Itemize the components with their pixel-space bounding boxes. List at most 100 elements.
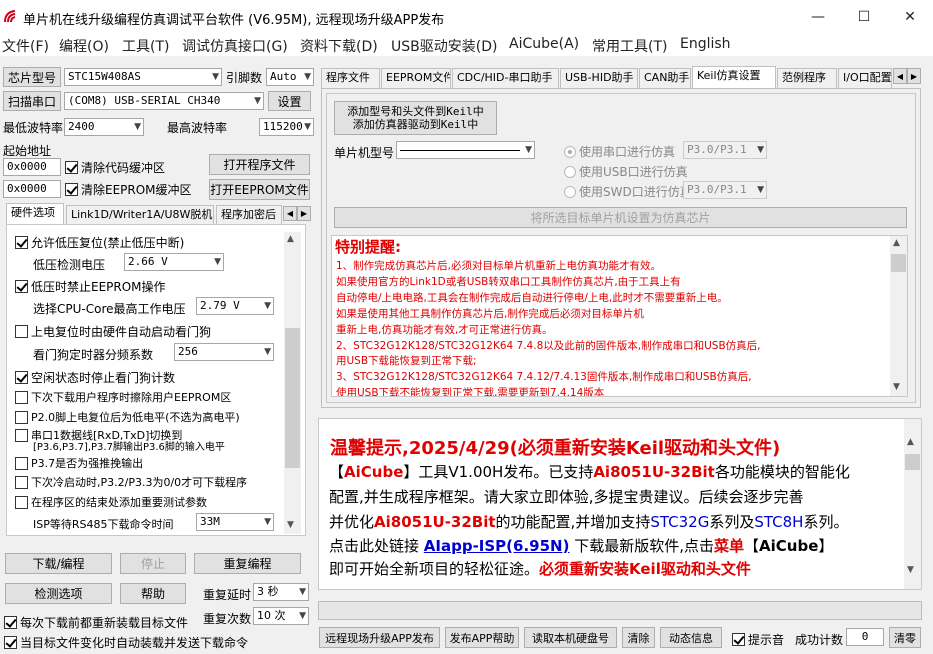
checkbox-box[interactable] <box>732 633 745 646</box>
tab-can[interactable]: CAN助手 <box>639 68 691 88</box>
code-address-input[interactable]: 0x0000 <box>3 158 61 176</box>
rs485-wait-select[interactable]: 33M ▼ <box>196 513 274 531</box>
tab-scroll-right-icon[interactable]: ▶ <box>907 68 921 84</box>
eeprom-address-input[interactable]: 0x0000 <box>3 180 61 198</box>
chip-model-button[interactable]: 芯片型号 <box>3 67 61 87</box>
tab-program-file[interactable]: 程序文件 <box>321 68 380 88</box>
menu-file[interactable]: 文件(F) <box>2 36 49 56</box>
tab-io-config[interactable]: I/O口配置 <box>838 68 892 88</box>
idle-stop-watchdog-checkbox[interactable]: 空闲状态时停止看门狗计数 <box>15 369 175 386</box>
checkbox-box[interactable] <box>15 371 28 384</box>
radio-usb-sim[interactable]: 使用USB口进行仿真 <box>564 163 688 180</box>
test-params-checkbox[interactable]: 在程序区的结束处添加重要测试参数 <box>15 494 207 510</box>
menu-download[interactable]: 资料下载(D) <box>300 36 378 56</box>
low-voltage-reset-checkbox[interactable]: 允许低压复位(禁止低压中断) <box>15 234 184 251</box>
checkbox-box[interactable] <box>15 280 28 293</box>
add-to-keil-button[interactable]: 添加型号和头文件到Keil中 添加仿真器驱动到Keil中 <box>334 101 497 135</box>
p37-push-pull-checkbox[interactable]: P3.7是否为强推挽输出 <box>15 455 143 471</box>
tab-link1d[interactable]: Link1D/Writer1A/U8W脱机 <box>66 205 214 225</box>
tab-keil-settings[interactable]: Keil仿真设置 <box>692 66 776 88</box>
scrollbar-thumb[interactable] <box>891 254 906 272</box>
tab-scroll-right-icon[interactable]: ▶ <box>297 206 311 221</box>
radio-serial-sim[interactable]: 使用串口进行仿真 <box>564 143 675 160</box>
scroll-up-icon[interactable]: ▲ <box>287 234 294 244</box>
checkbox-box[interactable] <box>15 325 28 338</box>
menu-program[interactable]: 编程(O) <box>59 36 109 56</box>
checkbox-box[interactable] <box>15 456 28 470</box>
tab-scroll-left-icon[interactable]: ◀ <box>893 68 907 84</box>
checkbox-box[interactable] <box>15 428 28 442</box>
download-link[interactable]: AIapp-ISP(6.95N) <box>424 537 570 555</box>
checkbox-box[interactable] <box>15 236 28 249</box>
scroll-up-icon[interactable]: ▲ <box>893 238 900 248</box>
checkbox-box[interactable] <box>15 410 28 424</box>
scroll-up-icon[interactable]: ▲ <box>907 437 914 447</box>
min-baud-select[interactable]: 2400 ▼ <box>64 118 144 136</box>
tab-usb-hid[interactable]: USB-HID助手 <box>560 68 638 88</box>
scan-port-button[interactable]: 扫描串口 <box>3 91 61 111</box>
checkbox-box[interactable] <box>65 183 78 196</box>
menu-common-tools[interactable]: 常用工具(T) <box>592 36 667 56</box>
tab-examples[interactable]: 范例程序 <box>777 68 837 88</box>
menu-debug[interactable]: 调试仿真接口(G) <box>182 36 288 56</box>
watchdog-auto-start-checkbox[interactable]: 上电复位时由硬件自动启动看门狗 <box>15 323 211 340</box>
repeat-program-button[interactable]: 重复编程 <box>194 553 301 574</box>
tab-eeprom-file[interactable]: EEPROM文件 <box>381 68 451 88</box>
read-disk-button[interactable]: 读取本机硬盘号 <box>524 627 617 648</box>
minimize-button[interactable]: — <box>795 0 841 34</box>
repeat-delay-select[interactable]: 3 秒 ▼ <box>253 583 309 601</box>
tab-cdc-serial[interactable]: CDC/HID-串口助手 <box>452 68 559 88</box>
scroll-down-icon[interactable]: ▼ <box>893 382 900 392</box>
serial-sim-pins-select[interactable]: P3.0/P3.1 ▼ <box>683 141 767 159</box>
watchdog-divider-select[interactable]: 256 ▼ <box>174 343 274 361</box>
close-button[interactable]: ✕ <box>887 0 933 34</box>
tab-hardware-options[interactable]: 硬件选项 <box>6 203 64 225</box>
clear-button[interactable]: 清除 <box>622 627 655 648</box>
p20-low-checkbox[interactable]: P2.0脚上电复位后为低电平(不选为高电平) <box>15 409 240 425</box>
download-program-button[interactable]: 下载/编程 <box>5 553 112 574</box>
auto-reload-checkbox[interactable]: 当目标文件变化时自动装载并发送下载命令 <box>4 634 248 651</box>
radio-dot[interactable] <box>564 165 576 178</box>
menu-english[interactable]: English <box>680 36 731 52</box>
repeat-count-select[interactable]: 10 次 ▼ <box>253 607 309 625</box>
checkbox-box[interactable] <box>65 161 78 174</box>
scrollbar-thumb[interactable] <box>285 328 300 468</box>
maximize-button[interactable]: ☐ <box>841 0 887 34</box>
publish-help-button[interactable]: 发布APP帮助 <box>445 627 519 648</box>
checkbox-box[interactable] <box>15 475 28 489</box>
notice-scrollbar[interactable]: ▲ ▼ <box>890 236 907 396</box>
chip-model-select[interactable]: STC15W408AS ▼ <box>64 68 222 86</box>
set-simulation-chip-button[interactable]: 将所选目标单片机设置为仿真芯片 <box>334 207 907 228</box>
detect-options-button[interactable]: 检测选项 <box>5 583 112 604</box>
max-baud-select[interactable]: 115200 ▼ <box>259 118 314 136</box>
reload-before-download-checkbox[interactable]: 每次下载前都重新装载目标文件 <box>4 614 188 631</box>
stop-button[interactable]: 停止 <box>120 553 186 574</box>
low-voltage-select[interactable]: 2.66 V ▼ <box>124 253 224 271</box>
settings-button[interactable]: 设置 <box>268 91 311 111</box>
mcu-model-select[interactable]: ▼ <box>396 141 535 159</box>
erase-eeprom-checkbox[interactable]: 下次下载用户程序时擦除用户EEPROM区 <box>15 389 231 405</box>
scroll-down-icon[interactable]: ▼ <box>907 565 914 575</box>
checkbox-box[interactable] <box>4 636 17 649</box>
options-scrollbar[interactable]: ▲ ▼ <box>284 232 301 534</box>
menu-usb-driver[interactable]: USB驱动安装(D) <box>391 36 497 56</box>
menu-aicube[interactable]: AiCube(A) <box>509 36 579 52</box>
cold-start-checkbox[interactable]: 下次冷启动时,P3.2/P3.3为0/0才可下载程序 <box>15 474 247 490</box>
dynamic-info-button[interactable]: 动态信息 <box>660 627 722 648</box>
checkbox-box[interactable] <box>15 390 28 404</box>
clear-code-checkbox[interactable]: 清除代码缓冲区 <box>65 159 165 176</box>
remote-upgrade-button[interactable]: 远程现场升级APP发布 <box>319 627 440 648</box>
menu-tools[interactable]: 工具(T) <box>122 36 169 56</box>
tab-encrypt[interactable]: 程序加密后 <box>216 205 282 225</box>
radio-swd-sim[interactable]: 使用SWD口进行仿真 <box>564 183 692 200</box>
cpu-voltage-select[interactable]: 2.79 V ▼ <box>196 297 274 315</box>
scrollbar-thumb[interactable] <box>905 454 920 470</box>
radio-dot[interactable] <box>564 145 576 158</box>
help-button[interactable]: 帮助 <box>120 583 186 604</box>
checkbox-box[interactable] <box>15 495 28 509</box>
open-eeprom-file-button[interactable]: 打开EEPROM文件 <box>209 179 310 200</box>
port-select[interactable]: (COM8) USB-SERIAL CH340 ▼ <box>64 92 264 110</box>
beep-checkbox[interactable]: 提示音 <box>732 631 784 648</box>
checkbox-box[interactable] <box>4 616 17 629</box>
open-program-file-button[interactable]: 打开程序文件 <box>209 154 310 175</box>
